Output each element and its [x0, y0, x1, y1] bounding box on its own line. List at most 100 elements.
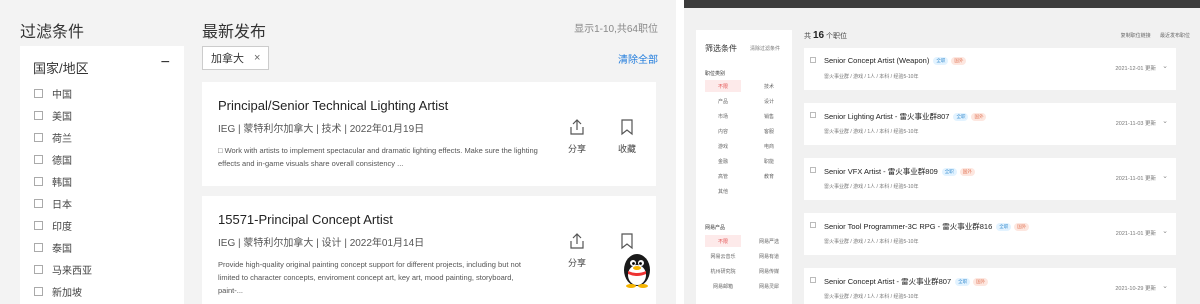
job-row[interactable]: Senior VFX Artist - 雷火事业群809 全职 国外 雷火事业群 / …: [804, 158, 1176, 200]
filter-title: 过滤条件: [20, 24, 85, 41]
favorite-button[interactable]: 收藏: [612, 118, 642, 155]
checkbox[interactable]: [34, 154, 43, 164]
country-filter-heading: 国家/地区: [33, 61, 89, 76]
job-title[interactable]: Senior Concept Artist (Weapon) 全职 国外: [824, 56, 967, 65]
collapse-icon[interactable]: −: [161, 54, 170, 72]
chevron-down-icon[interactable]: ⌄: [1162, 172, 1168, 180]
country-option[interactable]: 新加坡: [34, 280, 92, 302]
checkbox[interactable]: [810, 222, 816, 228]
filter-option[interactable]: 网易传媒: [751, 265, 787, 277]
job-row[interactable]: Senior Concept Artist (Weapon) 全职 国外 雷火事业群 …: [804, 48, 1176, 90]
country-option[interactable]: 泰国: [34, 236, 92, 258]
filter-option[interactable]: 技术: [751, 80, 787, 92]
chevron-down-icon[interactable]: ⌄: [1162, 117, 1168, 125]
checkbox[interactable]: [810, 112, 816, 118]
filter-option[interactable]: 游戏: [705, 140, 741, 152]
checkbox[interactable]: [810, 57, 816, 63]
chevron-down-icon[interactable]: ⌄: [1162, 282, 1168, 290]
update-date: 2021-11-03 更新: [1115, 121, 1156, 127]
country-option[interactable]: 韩国: [34, 170, 92, 192]
filter-option[interactable]: 网易邮箱: [705, 280, 741, 292]
job-title[interactable]: 15571-Principal Concept Artist: [218, 212, 393, 227]
update-date: 2021-10-29 更新: [1115, 286, 1156, 292]
overseas-badge: 国外: [951, 56, 967, 65]
penguin-mascot-icon[interactable]: [620, 250, 654, 288]
country-option[interactable]: 德国: [34, 148, 92, 170]
job-title[interactable]: Senior Tool Programmer-3C RPG - 雷火事业群816…: [824, 221, 1030, 232]
country-option[interactable]: 马来西亚: [34, 258, 92, 280]
checkbox[interactable]: [34, 242, 43, 252]
filter-option[interactable]: 网易严选: [751, 235, 787, 247]
side-filter-title: 筛选条件: [705, 44, 737, 53]
filter-box: 国家/地区 − 中国 美国 荷兰 德国 韩国 日本 印度 泰国 马来西亚 新加坡: [20, 46, 184, 304]
filter-option[interactable]: 网易灵犀: [751, 280, 787, 292]
country-option[interactable]: 荷兰: [34, 126, 92, 148]
checkbox[interactable]: [34, 198, 43, 208]
job-row[interactable]: Senior Concept Artist - 雷火事业群807 全职 国外 雷火事业…: [804, 268, 1176, 304]
filter-option[interactable]: 电商: [751, 140, 787, 152]
checkbox[interactable]: [34, 286, 43, 296]
job-row[interactable]: Senior Tool Programmer-3C RPG - 雷火事业群816…: [804, 213, 1176, 255]
checkbox[interactable]: [34, 176, 43, 186]
job-title[interactable]: Senior Concept Artist - 雷火事业群807 全职 国外: [824, 276, 989, 287]
job-title[interactable]: Senior VFX Artist - 雷火事业群809 全职 国外: [824, 166, 975, 177]
screenshot-root: 过滤条件 国家/地区 − 中国 美国 荷兰 德国 韩国 日本 印度 泰国 马来西…: [0, 0, 1200, 304]
job-title[interactable]: Senior Lighting Artist - 雷火事业群807 全职 国外: [824, 111, 987, 122]
filter-option[interactable]: 网易云音乐: [705, 250, 741, 262]
filter-sidebar: 筛选条件 清除过滤条件 职位类别 网易产品 不限 技术 产品 设计 市场 销售 内容 客服 游戏…: [696, 30, 792, 304]
update-date: 2021-11-01 更新: [1115, 176, 1156, 182]
copy-link-button[interactable]: 复制职位链接: [1121, 33, 1151, 39]
filter-option[interactable]: 产品: [705, 95, 741, 107]
filter-option[interactable]: 网易有道: [751, 250, 787, 262]
chevron-down-icon[interactable]: ⌄: [1162, 227, 1168, 235]
filter-option[interactable]: 不限: [705, 80, 741, 92]
close-icon[interactable]: ×: [254, 52, 260, 64]
latest-title: 最新发布: [202, 24, 267, 41]
top-banner-strip: [684, 0, 1200, 8]
filter-option[interactable]: 教育: [751, 170, 787, 182]
job-card[interactable]: 15571-Principal Concept Artist IEG | 蒙特利…: [202, 196, 656, 304]
country-option[interactable]: 印度: [34, 214, 92, 236]
checkbox[interactable]: [34, 264, 43, 274]
filter-option[interactable]: 内容: [705, 125, 741, 137]
filter-option[interactable]: 设计: [751, 95, 787, 107]
filter-option[interactable]: 金融: [705, 155, 741, 167]
filter-option[interactable]: 职能: [751, 155, 787, 167]
job-meta: 雷火事业群 / 游戏 / 2人 / 本科 / 经验5-10年: [824, 239, 919, 245]
update-date: 2021-12-01 更新: [1115, 66, 1156, 72]
share-icon: [570, 119, 584, 135]
fulltime-badge: 全职: [953, 112, 969, 121]
clear-filters-link[interactable]: 清除过滤条件: [750, 45, 780, 52]
filter-option[interactable]: 其他: [705, 185, 741, 197]
country-option[interactable]: 日本: [34, 192, 92, 214]
job-row[interactable]: Senior Lighting Artist - 雷火事业群807 全职 国外 雷火事…: [804, 103, 1176, 145]
share-button[interactable]: 分享: [562, 118, 592, 155]
filter-option[interactable]: 杭州研究院: [705, 265, 741, 277]
filter-option[interactable]: 客服: [751, 125, 787, 137]
checkbox[interactable]: [34, 132, 43, 142]
checkbox[interactable]: [810, 277, 816, 283]
chevron-down-icon[interactable]: ⌄: [1162, 62, 1168, 70]
filter-option[interactable]: 市场: [705, 110, 741, 122]
job-title[interactable]: Principal/Senior Technical Lighting Arti…: [218, 98, 448, 113]
checkbox[interactable]: [34, 110, 43, 120]
job-meta: IEG | 蒙特利尔加拿大 | 设计 | 2022年01月14日: [218, 238, 425, 249]
checkbox[interactable]: [34, 88, 43, 98]
checkbox[interactable]: [810, 167, 816, 173]
country-option[interactable]: 中国: [34, 82, 92, 104]
filter-option[interactable]: 高管: [705, 170, 741, 182]
job-card[interactable]: Principal/Senior Technical Lighting Arti…: [202, 82, 656, 186]
checkbox[interactable]: [34, 220, 43, 230]
filter-option[interactable]: 不限: [705, 235, 741, 247]
update-date: 2021-11-01 更新: [1115, 231, 1156, 237]
left-jobs-panel: 过滤条件 国家/地区 − 中国 美国 荷兰 德国 韩国 日本 印度 泰国 马来西…: [0, 0, 676, 304]
product-section-title: 网易产品: [705, 225, 726, 231]
share-button[interactable]: 分享: [562, 232, 592, 269]
clear-all-link[interactable]: 清除全部: [618, 51, 658, 66]
recent-sort-button[interactable]: 最近发布职位: [1160, 33, 1190, 39]
filter-option[interactable]: 销售: [751, 110, 787, 122]
country-option[interactable]: 美国: [34, 104, 92, 126]
fulltime-badge: 全职: [996, 222, 1012, 231]
category-section-title: 职位类别: [705, 71, 726, 77]
fulltime-badge: 全职: [955, 277, 971, 286]
